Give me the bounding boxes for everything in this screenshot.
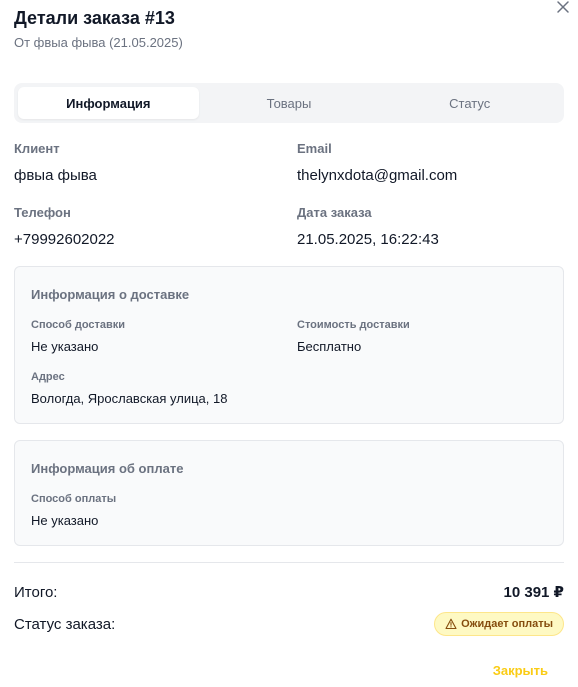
tabs-bar: Информация Товары Статус [14,83,564,123]
tab-info[interactable]: Информация [18,87,199,119]
summary-divider [14,562,564,563]
email-value: thelynxdota@gmail.com [297,167,458,184]
close-dialog-button[interactable] [556,0,570,14]
email-field: Email thelynxdota@gmail.com [297,141,457,185]
dialog-title: Детали заказа #13 [14,8,175,28]
delivery-card-title: Информация о доставке [31,287,190,302]
phone-label: Телефон [14,205,71,220]
status-badge-label: Ожидает оплаты [461,618,553,630]
address-field: Адрес Вологда, Ярославская улица, 18 [31,370,227,407]
dialog-header: Детали заказа #13 От фвыа фыва (21.05.20… [14,7,183,52]
phone-value: +79992602022 [14,231,115,248]
phone-field: Телефон +79992602022 [14,205,115,249]
delivery-card: Информация о доставке Способ доставки Не… [14,266,564,424]
order-date-field: Дата заказа 21.05.2025, 16:22:43 [297,205,439,249]
payment-method-value: Не указано [31,513,99,528]
client-label: Клиент [14,141,60,156]
dialog-subtitle: От фвыа фыва (21.05.2025) [14,35,183,50]
status-badge: Ожидает оплаты [434,612,564,636]
order-date-label: Дата заказа [297,205,372,220]
total-value: 10 391 ₽ [503,584,564,601]
tab-status[interactable]: Статус [379,87,560,119]
close-icon [557,1,569,13]
delivery-method-label: Способ доставки [31,319,126,331]
delivery-method-value: Не указано [31,339,99,354]
client-field: Клиент фвыа фыва [14,141,97,185]
close-button[interactable]: Закрыть [493,663,548,678]
client-value: фвыа фыва [14,167,97,184]
payment-card-title: Информация об оплате [31,461,184,476]
total-label: Итого: [14,584,58,601]
address-label: Адрес [31,371,65,383]
payment-method-label: Способ оплаты [31,493,117,505]
warning-icon [445,618,457,630]
order-status-label: Статус заказа: [14,616,116,633]
delivery-cost-field: Стоимость доставки Бесплатно [297,318,410,355]
delivery-cost-value: Бесплатно [297,339,362,354]
order-date-value: 21.05.2025, 16:22:43 [297,231,439,248]
delivery-method-field: Способ доставки Не указано [31,318,125,355]
address-value: Вологда, Ярославская улица, 18 [31,391,228,406]
payment-card: Информация об оплате Способ оплаты Не ук… [14,440,564,546]
payment-method-field: Способ оплаты Не указано [31,492,116,529]
tab-products[interactable]: Товары [199,87,380,119]
delivery-cost-label: Стоимость доставки [297,319,410,331]
email-label: Email [297,141,332,156]
